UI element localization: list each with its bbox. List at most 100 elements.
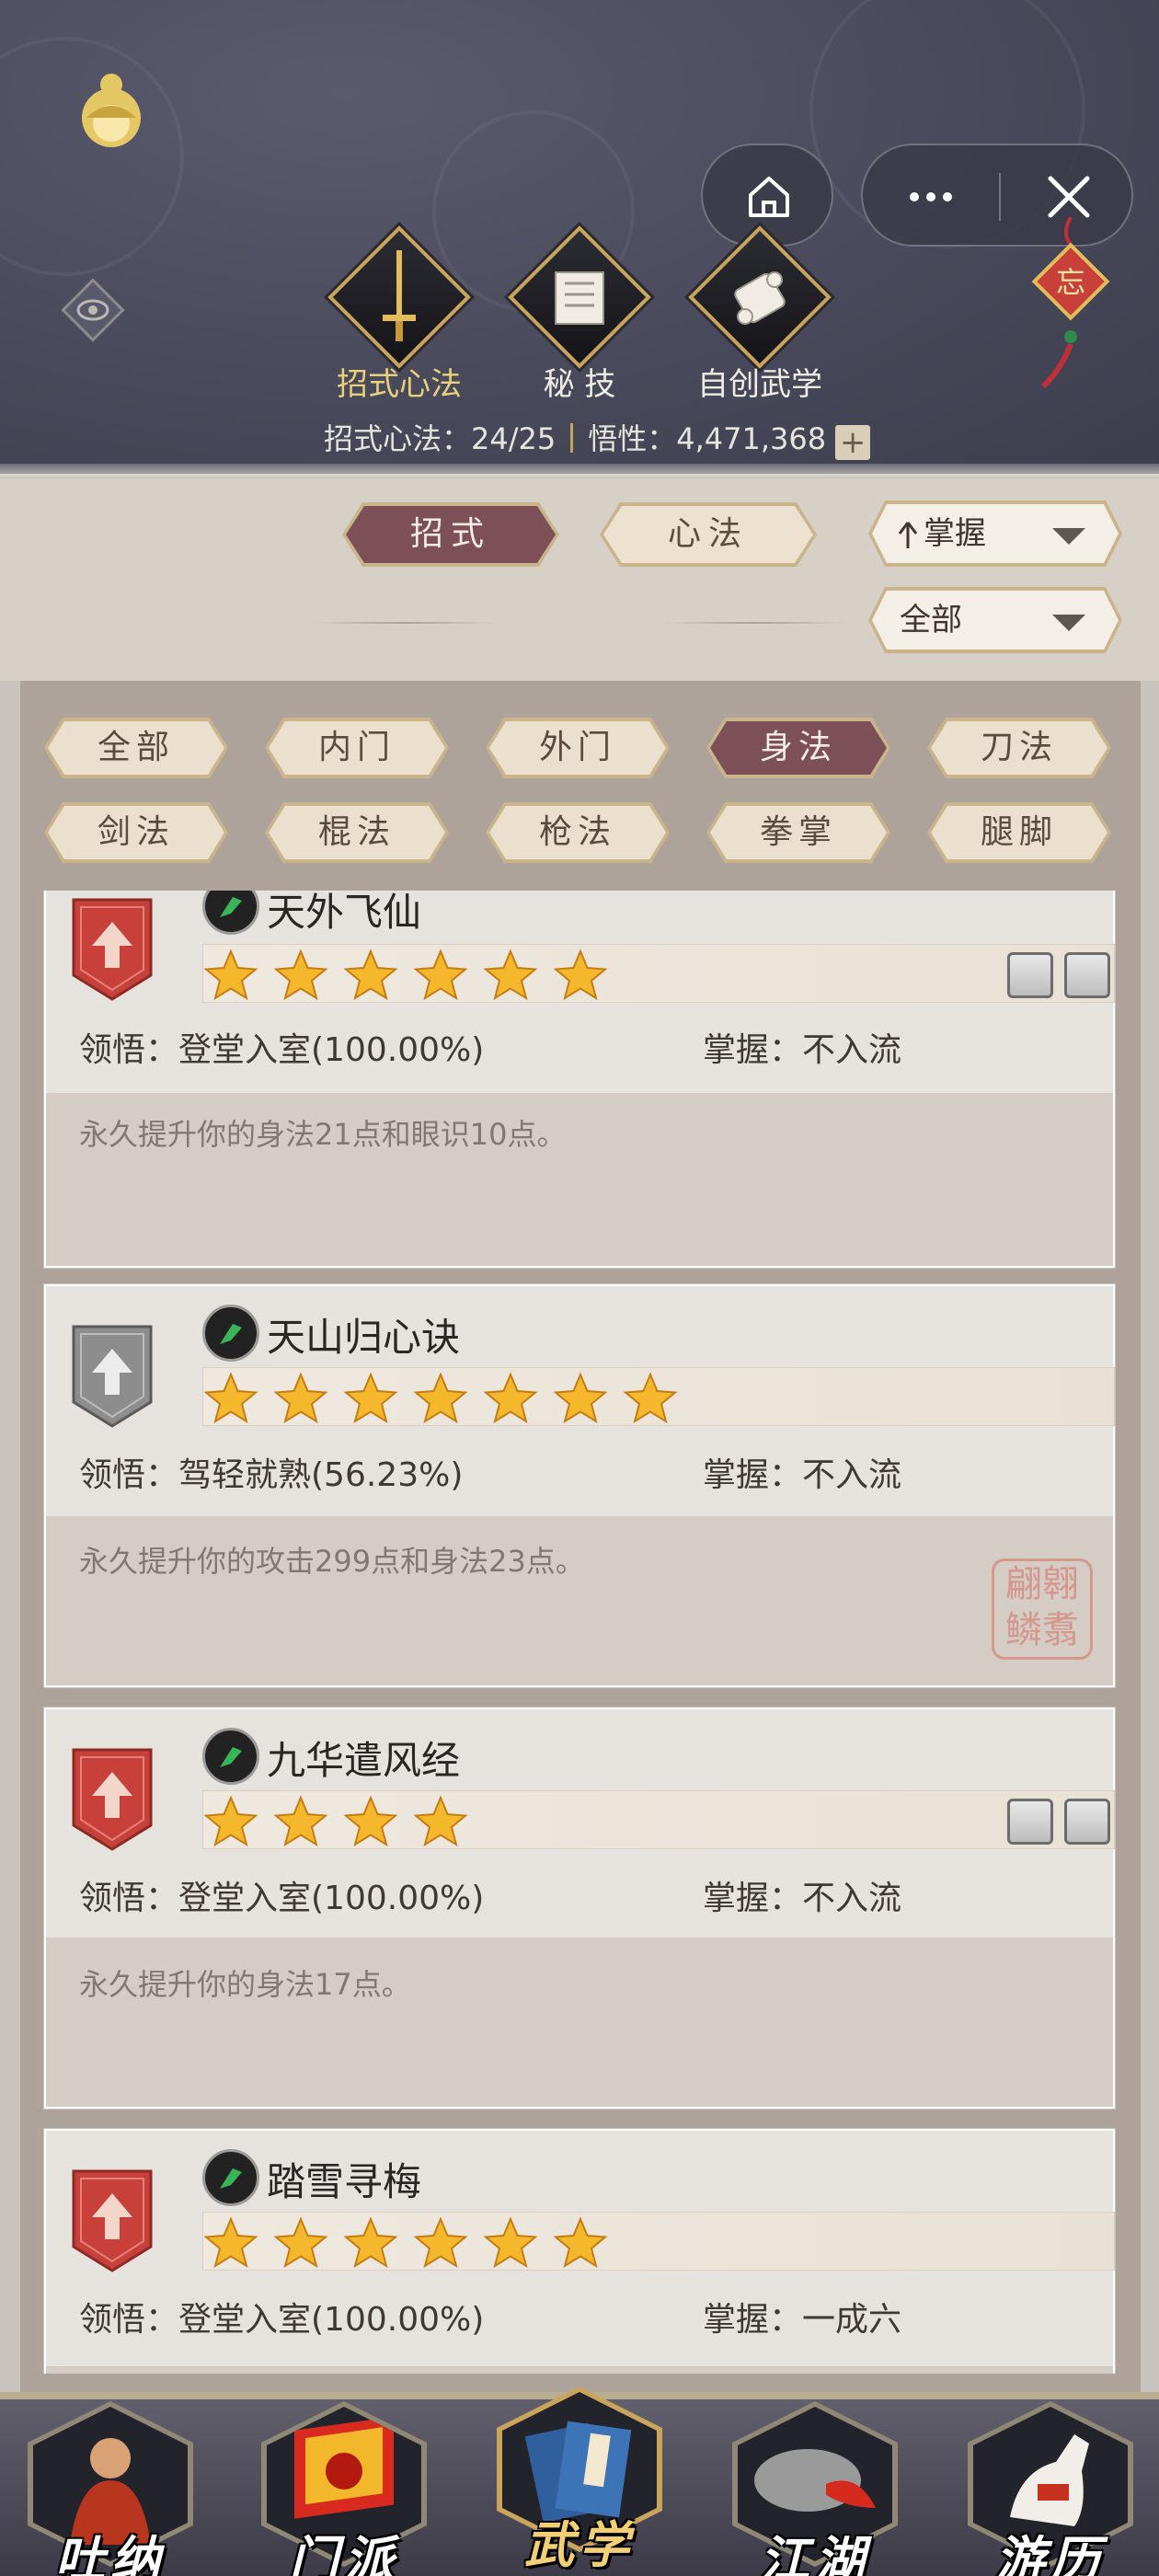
- category-spear[interactable]: 枪法: [486, 802, 670, 863]
- divider: [662, 622, 846, 624]
- skill-effect-icon[interactable]: [1064, 952, 1110, 998]
- comprehension-text: 领悟：登堂入室(100.00%): [79, 1880, 485, 1917]
- sort-dropdown[interactable]: 掌握: [868, 500, 1122, 567]
- capsule-divider: [999, 173, 1001, 221]
- nav-travel[interactable]: 游历: [968, 2401, 1133, 2576]
- category-label: 全部: [48, 721, 224, 775]
- star-row: [202, 1367, 1115, 1426]
- rank-badge-red-icon: [72, 1748, 153, 1851]
- star-icon: [343, 1372, 398, 1424]
- comprehension-text: 领悟：登堂入室(100.00%): [79, 1031, 485, 1069]
- skill-description: 永久提升你的身法21点和眼识10点。: [79, 1117, 567, 1152]
- more-icon[interactable]: [905, 171, 957, 223]
- star-icon: [553, 1372, 608, 1424]
- home-icon[interactable]: [743, 171, 795, 223]
- comprehension-value: 悟性：4,471,368: [588, 421, 827, 456]
- category-label: 内门: [269, 721, 445, 775]
- category-label: 刀法: [931, 721, 1107, 775]
- tab-label: 秘 技: [543, 366, 616, 403]
- sort-dropdown-box: 掌握: [872, 504, 1119, 563]
- star-icon: [413, 949, 468, 1001]
- category-label: 枪法: [489, 806, 666, 859]
- avatar-icon[interactable]: [74, 72, 149, 155]
- star-row: [202, 2212, 1115, 2271]
- category-staff[interactable]: 棍法: [265, 802, 449, 863]
- star-icon: [343, 2216, 398, 2269]
- star-icon: [413, 2216, 468, 2269]
- star-icon: [413, 1372, 468, 1424]
- arrow-up-icon: [898, 521, 918, 550]
- filter-moves-button[interactable]: 招式: [342, 502, 559, 567]
- filter-zone: 招式 心法 掌握 全部: [0, 478, 1159, 681]
- filter-mentals-button[interactable]: 心法: [600, 502, 817, 567]
- eye-icon[interactable]: [59, 276, 127, 344]
- filter-moves-label: 招式: [346, 506, 556, 563]
- scope-dropdown-box: 全部: [872, 591, 1119, 650]
- mastery-text: 掌握：一成六: [703, 2301, 902, 2339]
- home-capsule[interactable]: [701, 144, 833, 247]
- category-all[interactable]: 全部: [44, 718, 228, 778]
- rank-badge-red-icon: [72, 898, 153, 1001]
- chevron-down-icon: [1052, 615, 1085, 631]
- charm-text: 忘: [1056, 265, 1085, 300]
- skill-card[interactable]: 天外飞仙 领悟：登堂入室(100.00%) 掌握：不入流 永久提升你的身法21点…: [44, 891, 1115, 1268]
- star-icon: [483, 949, 538, 1001]
- category-label: 外门: [489, 721, 666, 775]
- category-label: 棍法: [269, 806, 445, 859]
- nav-breathing[interactable]: 吐纳: [28, 2401, 193, 2576]
- nav-sect[interactable]: 门派: [261, 2401, 427, 2576]
- skill-card[interactable]: 踏雪寻梅 领悟：登堂入室(100.00%) 掌握：一成六: [44, 2129, 1115, 2374]
- category-blade[interactable]: 刀法: [927, 718, 1111, 778]
- category-leg[interactable]: 腿脚: [927, 802, 1111, 863]
- header-border: [0, 464, 1159, 477]
- moves-count: 招式心法：24/25: [324, 421, 557, 456]
- bottom-nav: 吐纳 门派 武学 江湖 游历: [0, 2386, 1159, 2576]
- skill-description: 永久提升你的身法17点。: [79, 1967, 411, 2002]
- category-sword[interactable]: 剑法: [44, 802, 228, 863]
- star-icon: [273, 1795, 328, 1847]
- star-icon: [273, 1372, 328, 1424]
- nav-label: 游历: [995, 2531, 1106, 2576]
- skill-card[interactable]: 九华遣风经 领悟：登堂入室(100.00%) 掌握：不入流 永久提升你的身法17…: [44, 1708, 1115, 2109]
- charm-icon[interactable]: 忘: [1025, 217, 1117, 401]
- sword-icon: [383, 250, 416, 341]
- nav-label: 武学: [524, 2516, 635, 2574]
- filter-mentals-label: 心法: [603, 506, 813, 563]
- star-row: [202, 1790, 1115, 1849]
- book-icon: [555, 271, 604, 325]
- top-header: 招式心法 秘 技 自创武学 招式心法：24/25 悟性：4,471,368 + 忘: [0, 0, 1159, 471]
- category-label: 身法: [710, 721, 887, 775]
- nav-jianghu[interactable]: 江湖: [732, 2401, 898, 2576]
- sort-value: 掌握: [924, 515, 986, 552]
- category-movement[interactable]: 身法: [706, 718, 890, 778]
- star-icon: [273, 949, 328, 1001]
- comprehension-text: 领悟：驾轻就熟(56.23%): [79, 1456, 464, 1494]
- comprehension-text: 领悟：登堂入室(100.00%): [79, 2301, 485, 2339]
- scope-value: 全部: [900, 602, 962, 638]
- star-row: [202, 944, 1115, 1003]
- rank-badge-gray-icon: [72, 1325, 153, 1428]
- category-inner-sect[interactable]: 内门: [265, 718, 449, 778]
- skill-name: 九华遣风经: [267, 1738, 461, 1783]
- star-icon: [203, 1372, 258, 1424]
- nav-martial-arts[interactable]: 武学: [497, 2386, 662, 2574]
- scope-dropdown[interactable]: 全部: [868, 587, 1122, 653]
- stats-line: 招式心法：24/25 悟性：4,471,368 +: [324, 416, 871, 460]
- add-comprehension-button[interactable]: +: [835, 425, 871, 460]
- category-fist[interactable]: 拳掌: [706, 802, 890, 863]
- star-icon: [483, 2216, 538, 2269]
- movement-type-icon: [202, 891, 259, 935]
- skill-card[interactable]: 天山归心诀 领悟：驾轻就熟(56.23%) 掌握：不入流 永久提升你的攻击299…: [44, 1284, 1115, 1687]
- seal-stamp: 翩翱 鳞翥: [992, 1558, 1093, 1660]
- nav-label: 江湖: [760, 2531, 870, 2576]
- skill-effect-icon[interactable]: [1007, 1799, 1053, 1845]
- category-outer-sect[interactable]: 外门: [486, 718, 670, 778]
- movement-type-icon: [202, 1728, 259, 1785]
- skill-list[interactable]: 天外飞仙 领悟：登堂入室(100.00%) 掌握：不入流 永久提升你的身法21点…: [24, 891, 1117, 2374]
- skill-effect-icon[interactable]: [1007, 952, 1053, 998]
- nav-label: 门派: [289, 2531, 399, 2576]
- star-icon: [413, 1795, 468, 1847]
- skill-effect-icon[interactable]: [1064, 1799, 1110, 1845]
- close-icon[interactable]: [1043, 171, 1095, 223]
- movement-type-icon: [202, 1305, 259, 1362]
